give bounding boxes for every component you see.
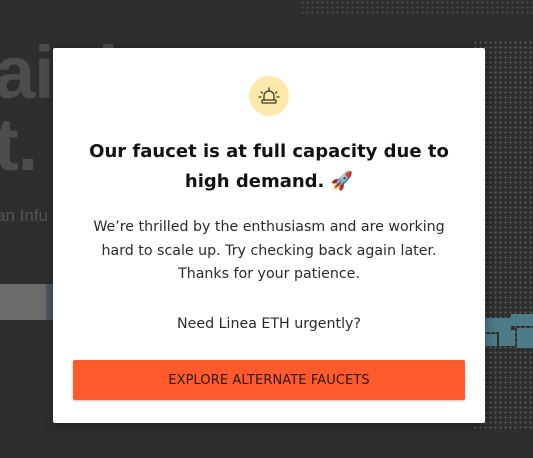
siren-icon-glyph: [258, 87, 280, 104]
modal-title: Our faucet is at full capacity due to hi…: [89, 141, 449, 192]
teal-pixel-decoration: [485, 334, 497, 346]
teal-pixel-decoration: [511, 314, 533, 326]
teal-pixel-decoration: [499, 330, 515, 346]
capacity-modal: Our faucet is at full capacity due to hi…: [53, 48, 485, 423]
siren-icon: [249, 76, 289, 116]
modal-message-line: We’re thrilled by the enthusiasm and are…: [93, 219, 445, 235]
background-subtext: an Infu: [0, 206, 48, 225]
explore-alternate-faucets-button[interactable]: EXPLORE ALTERNATE FAUCETS: [73, 360, 465, 400]
teal-pixel-decoration: [517, 328, 533, 348]
modal-message: We’re thrilled by the enthusiasm and are…: [83, 216, 455, 287]
modal-message-line: Thanks for your patience.: [178, 266, 360, 282]
background-headline: t.: [0, 103, 38, 186]
background-button: [0, 284, 46, 320]
modal-message-line: hard to scale up. Try checking back agai…: [101, 242, 437, 259]
linea-eth-question: Need Linea ETH urgently?: [177, 316, 361, 332]
pixel-pattern-decoration: [300, 0, 533, 14]
